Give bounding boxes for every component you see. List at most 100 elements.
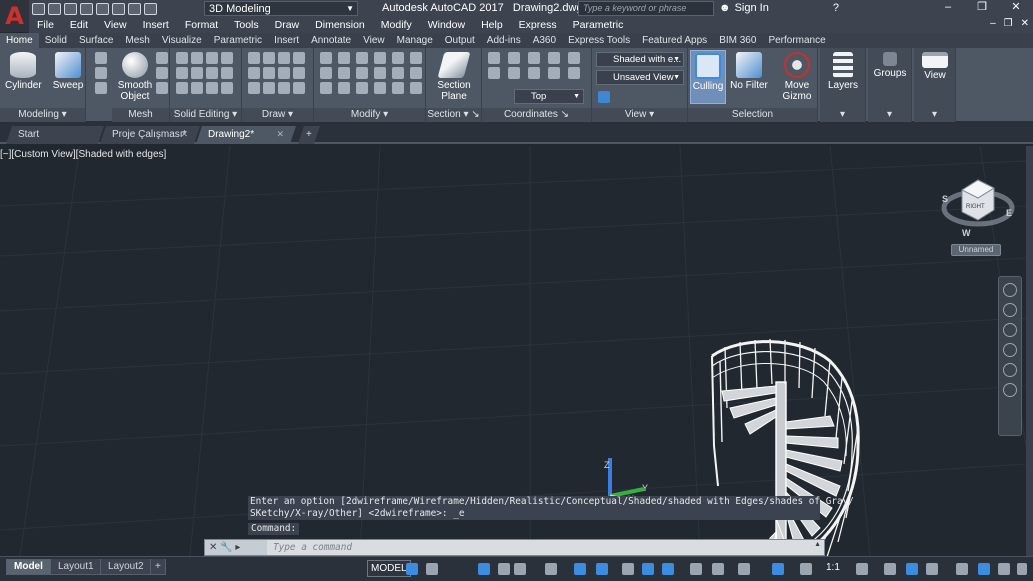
doc-tab-drawing2[interactable]: Drawing2* ✕ [196, 126, 296, 144]
signin-button[interactable]: ☻ Sign In ? [719, 2, 839, 14]
menu-express[interactable]: Express [511, 19, 565, 31]
hardware-acceleration-icon[interactable] [926, 563, 938, 575]
panel-title-draw[interactable]: Draw ▾ [242, 108, 313, 122]
ucs-y-icon[interactable] [548, 52, 560, 64]
3d-array-icon[interactable] [392, 82, 404, 94]
mesh-tool-icon[interactable] [156, 67, 168, 79]
ribbon-tab-bim-360[interactable]: BIM 360 [713, 33, 762, 48]
circle-icon[interactable] [293, 52, 305, 64]
menu-view[interactable]: View [96, 19, 135, 31]
share-icon[interactable] [144, 2, 157, 15]
open-icon[interactable] [48, 2, 61, 15]
extract-icon[interactable] [191, 52, 203, 64]
close-icon[interactable]: ✕ [209, 542, 217, 553]
annotation-visibility-icon[interactable] [712, 563, 724, 575]
menu-window[interactable]: Window [420, 19, 473, 31]
polyline-icon[interactable] [263, 52, 275, 64]
ucs-face-icon[interactable] [508, 67, 520, 79]
annotation-add-icon[interactable] [884, 563, 896, 575]
loft-icon[interactable] [95, 67, 107, 79]
app-menu-button[interactable]: A [0, 0, 29, 32]
3d-mirror-icon[interactable] [374, 82, 386, 94]
separate-icon[interactable] [206, 52, 218, 64]
command-history-icon[interactable]: ▸ [235, 542, 240, 553]
offset-edge-icon[interactable] [221, 82, 233, 94]
help-icon[interactable]: ? [833, 2, 839, 14]
ucs-object-icon[interactable] [528, 67, 540, 79]
annotation-scale-value[interactable]: 1:1 [826, 562, 840, 573]
search-input[interactable]: Type a keyword or phrase [578, 1, 714, 16]
panel-expand-groups[interactable]: ▾ [868, 108, 911, 122]
close-icon[interactable]: ✕ [276, 126, 284, 143]
section-plane-button[interactable]: Section Plane [432, 52, 476, 102]
move-icon[interactable] [320, 52, 332, 64]
add-layout-button[interactable]: + [150, 559, 166, 575]
panel-title-solid-editing[interactable]: Solid Editing ▾ [170, 108, 241, 122]
selection-cycling-icon[interactable] [662, 563, 674, 575]
ribbon-tab-solid[interactable]: Solid [39, 33, 73, 48]
ucs-x-icon[interactable] [528, 52, 540, 64]
gizmo-toggle-icon[interactable] [690, 563, 702, 575]
explode-icon[interactable] [410, 67, 422, 79]
mirror-icon[interactable] [410, 52, 422, 64]
ribbon-tab-visualize[interactable]: Visualize [156, 33, 208, 48]
extrude-icon[interactable] [95, 52, 107, 64]
annotation-scale-icon[interactable] [800, 563, 812, 575]
3d-move-icon[interactable] [338, 82, 350, 94]
ribbon-tab-a360[interactable]: A360 [527, 33, 562, 48]
ucs-menu[interactable]: Unnamed [951, 244, 1001, 256]
model-canvas[interactable]: Z Y X [0, 146, 1026, 556]
viewport-config-icon[interactable] [598, 91, 610, 103]
menu-file[interactable]: File [29, 19, 62, 31]
trim-icon[interactable] [356, 52, 368, 64]
print-icon[interactable] [96, 2, 109, 15]
region-icon[interactable] [278, 82, 290, 94]
workspace-dropdown[interactable]: 3D Modeling ▼ [204, 1, 358, 16]
saved-view-dropdown[interactable]: Unsaved View ▼ [596, 70, 684, 85]
restore-icon[interactable]: ❐ [1004, 18, 1013, 29]
object-snap-tracking-icon[interactable] [545, 563, 557, 575]
close-icon[interactable]: ✕ [1021, 18, 1029, 29]
isodraft-icon[interactable] [514, 563, 526, 575]
sweep-button[interactable]: Sweep [50, 52, 86, 91]
rotate-icon[interactable] [338, 52, 350, 64]
layout-tab-model[interactable]: Model [6, 559, 51, 575]
performance-icon[interactable] [978, 563, 990, 575]
ribbon-tab-view[interactable]: View [357, 33, 391, 48]
doc-tab-start[interactable]: Start [6, 126, 104, 144]
ribbon-tab-express-tools[interactable]: Express Tools [562, 33, 636, 48]
workspace-switch-icon[interactable] [856, 563, 868, 575]
ellipse-icon[interactable] [278, 67, 290, 79]
vertical-scrollbar[interactable] [1026, 146, 1033, 556]
wrench-icon[interactable]: 🔧 [220, 542, 232, 553]
compass-south[interactable]: S [942, 194, 948, 204]
menu-edit[interactable]: Edit [62, 19, 96, 31]
align-icon[interactable] [320, 82, 332, 94]
menu-draw[interactable]: Draw [267, 19, 308, 31]
undo-icon[interactable] [112, 2, 125, 15]
view-direction-dropdown[interactable]: Top ▼ [514, 89, 584, 104]
zoom-icon[interactable] [1003, 323, 1017, 337]
shell-icon[interactable] [221, 67, 233, 79]
2d-osnap-icon[interactable] [574, 563, 586, 575]
viewport-lock-icon[interactable] [998, 563, 1010, 575]
fillet-icon[interactable] [392, 67, 404, 79]
menu-insert[interactable]: Insert [135, 19, 177, 31]
thicken-icon[interactable] [206, 67, 218, 79]
point-icon[interactable] [293, 67, 305, 79]
annotation-monitor-icon[interactable] [738, 563, 750, 575]
menu-parametric[interactable]: Parametric [565, 19, 632, 31]
erase-icon[interactable] [374, 52, 386, 64]
panel-expand-layers[interactable]: ▾ [820, 108, 865, 122]
ribbon-tab-insert[interactable]: Insert [268, 33, 305, 48]
minimize-icon[interactable]: – [990, 18, 996, 29]
customization-menu-icon[interactable] [1017, 563, 1027, 575]
culling-button[interactable]: Culling [690, 50, 726, 104]
array-icon[interactable] [356, 67, 368, 79]
layout-tab-layout1[interactable]: Layout1 [50, 559, 102, 575]
isolate-objects-icon[interactable] [906, 563, 918, 575]
groups-button[interactable]: Groups [870, 52, 910, 79]
ucs-origin-icon[interactable] [568, 67, 580, 79]
menu-dimension[interactable]: Dimension [307, 19, 373, 31]
interfere-icon[interactable] [191, 82, 203, 94]
